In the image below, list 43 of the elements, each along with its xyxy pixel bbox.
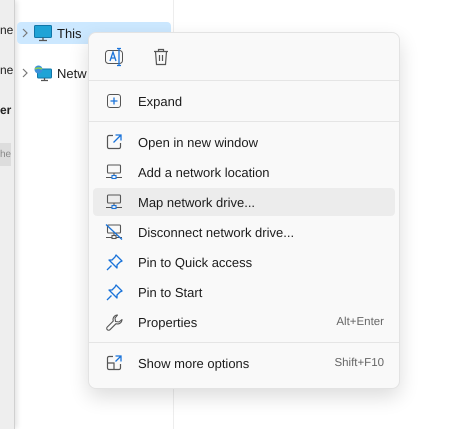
disconnect-drive-icon	[105, 224, 123, 240]
rename-icon	[104, 46, 126, 66]
chevron-icon[interactable]	[21, 28, 29, 38]
more-options-icon	[106, 355, 122, 371]
menu-item[interactable]: Show more options Shift+F10	[93, 349, 395, 377]
menu-item-label: Disconnect network drive...	[138, 224, 296, 240]
wrench-icon	[106, 314, 122, 330]
menu-item-label: Expand	[138, 94, 184, 108]
menu-item-label: Open in new window	[138, 134, 259, 150]
menu-item[interactable]: Open in new window	[93, 128, 395, 156]
menu-item-label: Add a network location	[138, 164, 271, 180]
menu-item-label: Map network drive...	[138, 194, 256, 210]
pin-icon	[106, 284, 122, 300]
tree-label: Netw	[57, 66, 87, 80]
menu-item[interactable]: Map network drive...	[93, 188, 395, 216]
menu-item[interactable]: Expand	[93, 87, 395, 115]
background-text: ne	[0, 23, 14, 37]
menu-item[interactable]: Pin to Quick access	[93, 248, 395, 276]
tree-item[interactable]: Netw	[17, 62, 171, 84]
background-text: ne	[0, 63, 14, 77]
expand-icon	[107, 94, 121, 108]
menu-item[interactable]: Properties Alt+Enter	[93, 308, 395, 336]
shortcut-text: Alt+Enter	[336, 316, 384, 328]
delete-icon	[153, 48, 169, 66]
menu-item-label: Pin to Quick access	[138, 254, 254, 270]
menu-item-label: Pin to Start	[138, 284, 204, 300]
chevron-icon[interactable]	[21, 68, 29, 78]
background-text: er	[0, 103, 12, 117]
network-computer-icon	[34, 64, 52, 82]
menu-item-label: Show more options	[138, 356, 250, 370]
tree-label: This	[57, 26, 82, 40]
shortcut-text: Shift+F10	[334, 357, 384, 369]
network-drive-icon	[105, 194, 123, 210]
background-text: he	[0, 143, 12, 166]
menu-item[interactable]: Disconnect network drive...	[93, 218, 395, 246]
network-drive-icon	[105, 164, 123, 180]
pin-icon	[106, 254, 122, 270]
menu-item[interactable]: Add a network location	[93, 158, 395, 186]
rename-button[interactable]	[104, 46, 126, 68]
menu-item-label: Properties	[138, 314, 198, 330]
menu-item[interactable]: Pin to Start	[93, 278, 395, 306]
open-window-icon	[106, 134, 122, 150]
computer-icon	[34, 24, 52, 42]
